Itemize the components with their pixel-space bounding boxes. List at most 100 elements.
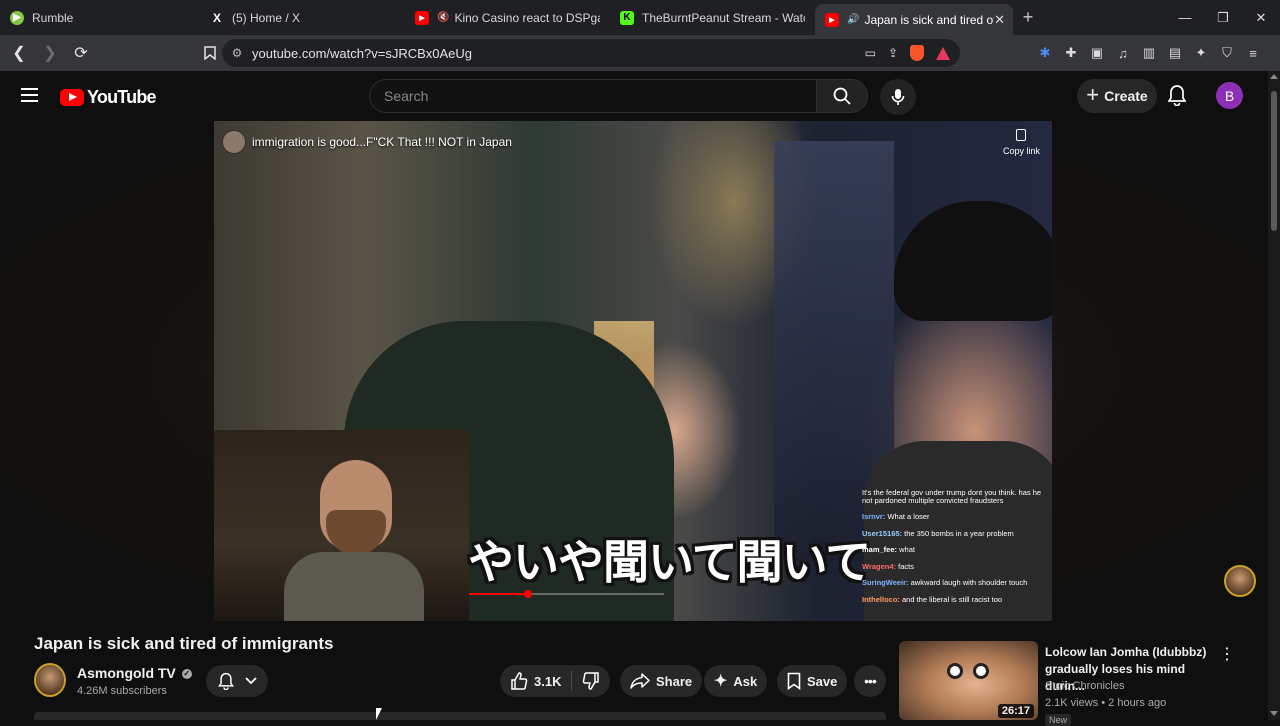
url-field[interactable]: ⚙ youtube.com/watch?v=sJRCBx0AeUg ▭ ⇪ bbox=[222, 39, 960, 67]
like-dislike-group: 3.1K bbox=[500, 665, 611, 697]
hamburger-menu-icon[interactable] bbox=[21, 88, 38, 102]
recommended-channel[interactable]: Stoic Chronicles bbox=[1045, 680, 1124, 692]
youtube-play-icon bbox=[60, 89, 84, 106]
notifications-bell-icon[interactable] bbox=[1167, 84, 1187, 111]
leo-ai-icon[interactable]: ✦ bbox=[1192, 41, 1210, 65]
tab-japan-active[interactable]: ▶ 🔊 Japan is sick and tired of imm ✕ bbox=[815, 4, 1013, 35]
reload-icon[interactable]: ⟳ bbox=[68, 40, 94, 66]
chat-text: It's the federal gov under trump dont yo… bbox=[862, 488, 1042, 505]
chat-text: awkward laugh with shoulder touch bbox=[910, 578, 1028, 587]
chat-message: It's the federal gov under trump dont yo… bbox=[862, 489, 1048, 504]
floating-channel-avatar[interactable] bbox=[1224, 565, 1256, 597]
extensions-area: ✱ ✚ ▣ ♫ ▥ ▤ ✦ ⛉ ≡ bbox=[1036, 41, 1262, 65]
back-icon[interactable]: ❮ bbox=[6, 40, 32, 66]
mouse-cursor bbox=[376, 708, 382, 720]
tab-title: Kino Casino react to DSPgaming's bbox=[454, 10, 600, 25]
video-progress-bar[interactable] bbox=[469, 590, 664, 598]
shield-icon[interactable]: ⛉ bbox=[1218, 41, 1236, 65]
youtube-logo[interactable]: YouTube bbox=[60, 87, 157, 108]
copy-link-button[interactable]: Copy link bbox=[1003, 129, 1040, 156]
search-button[interactable] bbox=[816, 79, 868, 113]
more-actions-button[interactable]: ••• bbox=[854, 665, 886, 697]
share-button[interactable]: Share bbox=[620, 665, 703, 697]
player-overlay-title: immigration is good...F"CK That !!! NOT … bbox=[252, 135, 512, 149]
share-label: Share bbox=[656, 673, 693, 689]
ask-button[interactable]: ✦ Ask bbox=[704, 665, 768, 697]
save-button[interactable]: Save bbox=[777, 665, 848, 697]
youtube-header: YouTube + Create B bbox=[0, 71, 1268, 121]
create-button[interactable]: + Create bbox=[1077, 79, 1157, 113]
tab-burntpeanut[interactable]: K TheBurntPeanut Stream - Watch Live bbox=[610, 0, 815, 35]
brave-shields-icon[interactable] bbox=[910, 45, 924, 61]
speaker-icon[interactable]: 🔊 bbox=[847, 14, 859, 25]
extensions-icon[interactable]: ✚ bbox=[1062, 41, 1080, 65]
site-settings-icon[interactable]: ⚙ bbox=[222, 46, 252, 60]
progress-fill bbox=[469, 593, 528, 595]
scroll-up-icon[interactable] bbox=[1270, 74, 1278, 79]
video-player[interactable]: immigration is good...F"CK That !!! NOT … bbox=[214, 121, 1052, 621]
copy-icon bbox=[1016, 129, 1027, 141]
menu-icon[interactable]: ≡ bbox=[1244, 41, 1262, 65]
bookmark-save-icon bbox=[787, 672, 801, 690]
forward-icon[interactable]: ❯ bbox=[37, 40, 63, 66]
muted-speaker-icon[interactable]: 🔇 bbox=[437, 12, 449, 23]
channel-avatar[interactable] bbox=[34, 663, 66, 697]
tab-kino-casino[interactable]: ▶ 🔇 Kino Casino react to DSPgaming's bbox=[405, 0, 610, 35]
kick-icon: K bbox=[620, 10, 634, 25]
music-icon[interactable]: ♫ bbox=[1114, 41, 1132, 65]
logo-text: YouTube bbox=[87, 87, 157, 107]
channel-thumbnail-small[interactable] bbox=[222, 130, 246, 154]
scroll-down-icon[interactable] bbox=[1270, 711, 1278, 716]
bookmark-icon[interactable] bbox=[197, 40, 223, 66]
voice-search-button[interactable] bbox=[880, 79, 916, 115]
address-bar: ❮ ❯ ⟳ ⚙ youtube.com/watch?v=sJRCBx0AeUg … bbox=[0, 35, 1280, 71]
browser-tab-bar: ▶ Rumble X (5) Home / X ▶ 🔇 Kino Casino … bbox=[0, 0, 1280, 35]
search-input[interactable] bbox=[370, 80, 816, 112]
recommended-video[interactable]: 26:17 Lolcow Ian Jomha (Idubbbz) gradual… bbox=[899, 641, 1259, 726]
chat-text: and the liberal is still racist too bbox=[902, 594, 1003, 604]
plus-icon: + bbox=[1086, 82, 1100, 107]
dislike-button[interactable] bbox=[572, 665, 610, 697]
more-vertical-icon[interactable]: ⋮ bbox=[1217, 644, 1237, 664]
wallet-icon[interactable]: ▣ bbox=[1088, 41, 1106, 65]
chat-message: Wragen4: facts bbox=[862, 562, 1048, 571]
recommended-thumbnail[interactable]: 26:17 bbox=[899, 641, 1038, 720]
share-page-icon[interactable]: ⇪ bbox=[888, 46, 898, 60]
search-box bbox=[369, 79, 817, 113]
streamer bbox=[284, 460, 424, 621]
tab-x[interactable]: X (5) Home / X bbox=[200, 0, 405, 35]
tab-rumble[interactable]: ▶ Rumble bbox=[0, 0, 200, 35]
url-text: youtube.com/watch?v=sJRCBx0AeUg bbox=[252, 45, 473, 61]
minimize-icon[interactable]: — bbox=[1166, 0, 1204, 35]
account-avatar[interactable]: B bbox=[1216, 82, 1243, 109]
scrollbar-thumb[interactable] bbox=[1271, 91, 1277, 231]
new-tab-button[interactable]: + bbox=[1013, 7, 1043, 28]
chat-text: what bbox=[899, 545, 915, 554]
chat-message: Isrnvr: What a loser bbox=[862, 513, 1048, 521]
progress-scrubber[interactable] bbox=[523, 590, 532, 598]
description-box[interactable] bbox=[34, 712, 886, 720]
verified-icon: ✓ bbox=[181, 669, 192, 680]
youtube-icon: ▶ bbox=[415, 10, 429, 25]
search-icon bbox=[833, 87, 851, 105]
window-controls: — ❐ ✕ bbox=[1166, 0, 1280, 35]
x-icon: X bbox=[212, 10, 221, 25]
video-title: Japan is sick and tired of immigrants bbox=[34, 634, 334, 653]
burned-in-subtitle: やいや聞いて聞いて bbox=[468, 535, 871, 589]
cast-icon[interactable]: ▭ bbox=[865, 46, 876, 60]
wallet-card-icon[interactable]: ▤ bbox=[1166, 41, 1184, 65]
player-title-overlay[interactable]: immigration is good...F"CK That !!! NOT … bbox=[222, 130, 512, 154]
brave-rewards-icon[interactable] bbox=[936, 46, 950, 60]
tab-close-icon[interactable]: ✕ bbox=[994, 12, 1005, 28]
subscribed-notifications-button[interactable] bbox=[206, 665, 268, 697]
like-button[interactable]: 3.1K bbox=[500, 665, 571, 697]
chat-username: User15165: bbox=[862, 528, 905, 538]
restore-icon[interactable]: ❐ bbox=[1204, 0, 1242, 35]
tab-title: Japan is sick and tired of imm bbox=[864, 12, 994, 27]
vpn-icon[interactable]: ✱ bbox=[1036, 41, 1054, 65]
sidebar-icon[interactable]: ▥ bbox=[1140, 41, 1158, 65]
page-scrollbar[interactable] bbox=[1268, 71, 1280, 720]
channel-name[interactable]: Asmongold TV ✓ bbox=[77, 665, 192, 681]
chat-username: SuringWeeir: bbox=[862, 578, 911, 587]
close-window-icon[interactable]: ✕ bbox=[1242, 0, 1280, 35]
